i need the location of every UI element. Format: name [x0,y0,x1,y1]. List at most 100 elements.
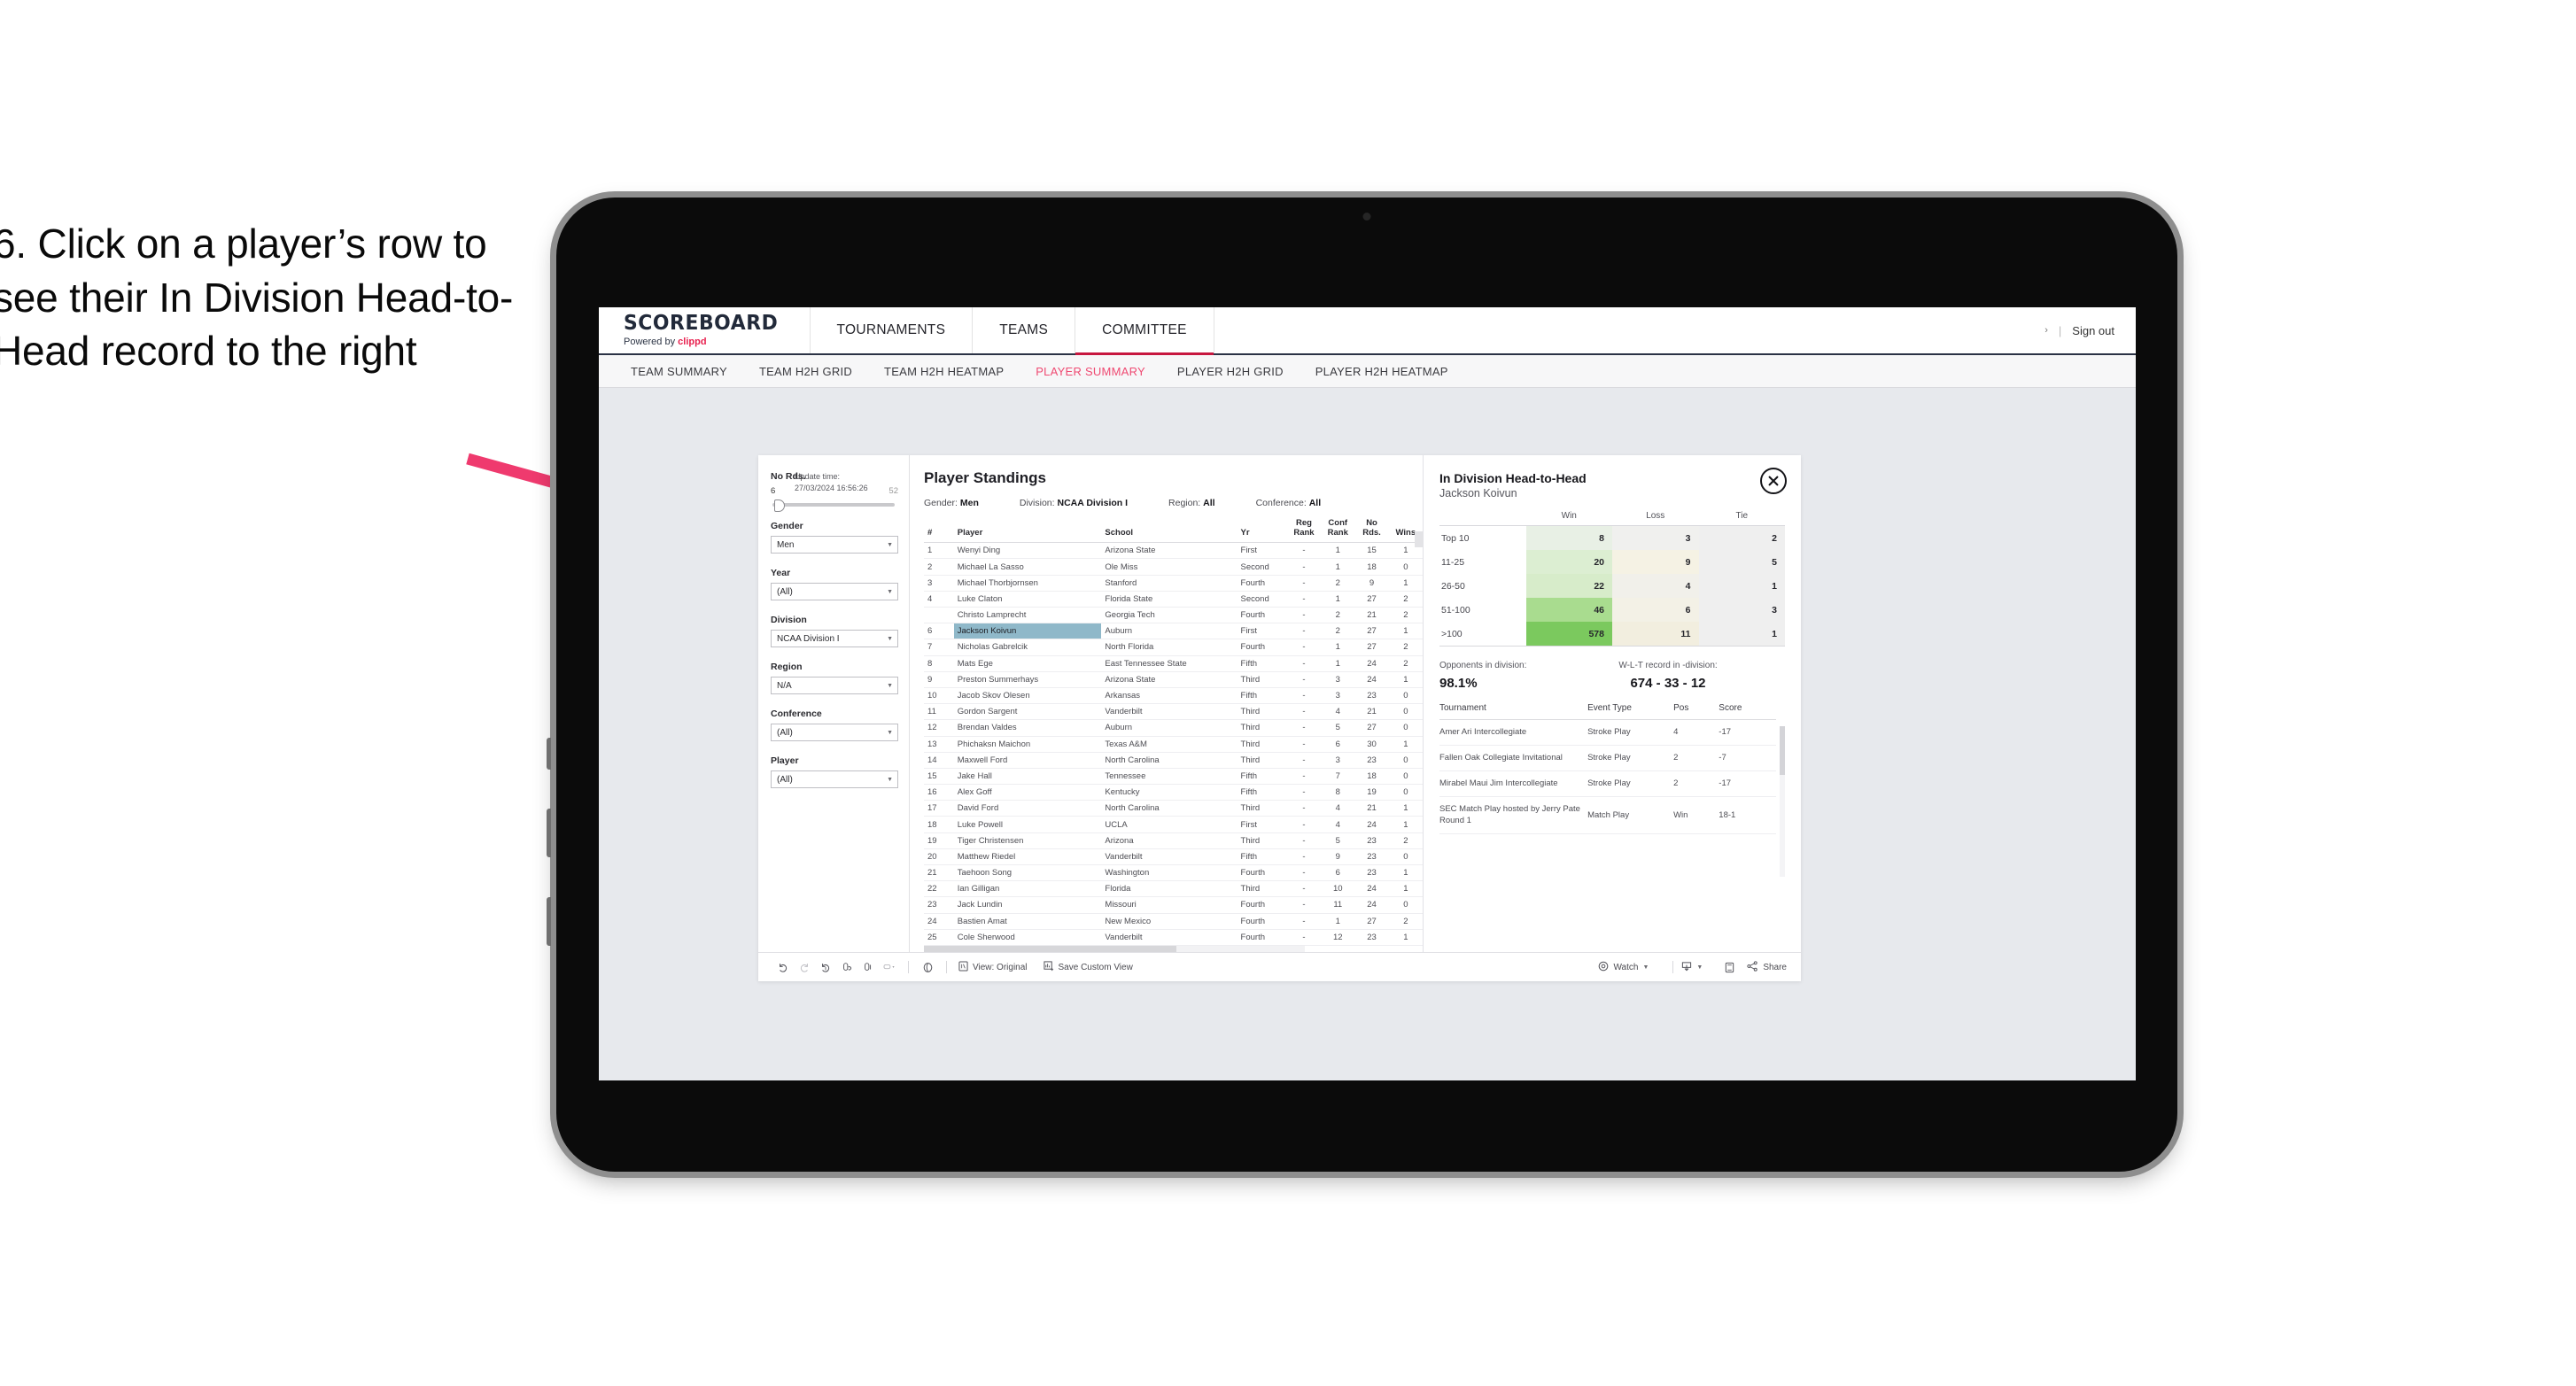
col-yr[interactable]: Yr [1237,519,1287,544]
table-row[interactable]: 20 Matthew Riedel Vanderbilt Fifth -9 23 0 [924,848,1423,866]
pause-updates-icon[interactable] [857,962,879,972]
year-select[interactable]: (All) ▼ [771,583,898,600]
view-original-icon [958,960,968,974]
nav-tab-committee[interactable]: COMMITTEE [1075,307,1214,355]
table-row[interactable]: 2 Michael La Sasso Ole Miss Second -1 18 0 [924,558,1423,576]
subtab-player-h2h-heatmap[interactable]: PLAYER H2H HEATMAP [1300,365,1464,378]
score-cell: -17 [1719,770,1776,798]
col-reg-rank[interactable]: Reg Rank [1286,518,1322,544]
tablet-device-frame: SCOREBOARD Powered by clippd TOURNAMENTS… [547,197,2177,1172]
wins-cell: 0 [1388,752,1423,769]
table-row[interactable]: 25 Cole Sherwood Vanderbilt Fourth -12 23 1 [924,929,1423,946]
table-row[interactable]: 6 Jackson Koivun Auburn First -2 27 1 [924,623,1423,640]
table-row[interactable]: 7 Nicholas Gabrelcik North Florida Fourth -1… [924,639,1423,656]
table-row[interactable]: 19 Tiger Christensen Arizona Third -5 23 2 [924,832,1423,849]
table-row[interactable]: 8 Mats Ege East Tennessee State Fifth -1 24 2 [924,655,1423,672]
redo-icon[interactable] [794,962,815,972]
table-row[interactable]: 18 Luke Powell UCLA First -4 24 1 [924,816,1423,833]
table-row[interactable]: 22 Ian Gilligan Florida Third -10 24 1 [924,880,1423,898]
conf-rank-cell: 6 [1321,736,1355,753]
fullscreen-icon[interactable] [1719,962,1740,973]
table-row[interactable]: 3 Michael Thorbjornsen Stanford Fourth -2 9 1 [924,575,1423,592]
table-row[interactable]: 23 Jack Lundin Missouri Fourth -11 24 0 [924,896,1423,914]
save-custom-view-button[interactable]: Save Custom View [1043,960,1133,974]
alerts-icon[interactable] [917,962,938,973]
slider-handle[interactable] [774,499,785,512]
nav-tab-tournaments[interactable]: TOURNAMENTS [811,307,974,353]
tournament-row[interactable]: Amer Ari Intercollegiate Stroke Play 4 -17 [1439,719,1776,747]
year-cell: Third [1237,736,1287,753]
subtab-player-summary[interactable]: PLAYER SUMMARY [1020,365,1161,378]
table-row[interactable]: 15 Jake Hall Tennessee Fifth -7 18 0 [924,768,1423,786]
player-name-cell: Luke Powell [953,816,1102,833]
col-school[interactable]: School [1101,519,1238,544]
close-icon[interactable] [1760,468,1787,494]
table-row[interactable]: 11 Gordon Sargent Vanderbilt Third -4 21 0 [924,703,1423,721]
tournament-row[interactable]: Mirabel Maui Jim Intercollegiate Stroke P… [1439,770,1776,798]
no-rds-cell: 21 [1354,607,1389,624]
subtab-team-h2h-heatmap[interactable]: TEAM H2H HEATMAP [868,365,1020,378]
app-logo[interactable]: SCOREBOARD Powered by clippd [599,307,811,353]
heatmap-cell-tie: 1 [1698,622,1785,647]
no-rds-cell: 27 [1354,719,1389,737]
gender-select[interactable]: Men ▼ [771,536,898,554]
table-row[interactable]: 13 Phichaksn Maichon Texas A&M Third -6 30 1 [924,736,1423,753]
tournament-row[interactable]: SEC Match Play hosted by Jerry Pate Roun… [1439,796,1776,834]
subtab-player-h2h-grid[interactable]: PLAYER H2H GRID [1161,365,1300,378]
undo-icon[interactable] [772,962,794,972]
score-cell: -7 [1719,745,1776,772]
tournaments-scrollbar-thumb[interactable] [1780,726,1785,775]
table-row[interactable]: 12 Brendan Valdes Auburn Third -5 27 0 [924,719,1423,737]
subtab-team-summary[interactable]: TEAM SUMMARY [615,365,743,378]
table-row[interactable]: 21 Taehoon Song Washington Fourth -6 23 1 [924,864,1423,882]
conference-select[interactable]: (All) ▼ [771,724,898,741]
horizontal-scrollbar-thumb[interactable] [924,946,1176,952]
power-button[interactable] [547,738,551,770]
volume-up-button[interactable] [547,809,551,857]
table-row[interactable]: 1 Wenyi Ding Arizona State First -1 15 1 [924,542,1423,560]
rank-cell: 2 [924,558,954,576]
tournaments-scrollbar[interactable] [1780,726,1785,877]
conf-rank-cell: 3 [1321,671,1355,688]
volume-down-button[interactable] [547,897,551,946]
rank-cell: 11 [924,703,954,721]
chevron-down-icon: ▼ [887,729,893,736]
table-row[interactable]: Christo Lamprecht Georgia Tech Fourth -2 21 2 [924,607,1423,624]
division-select[interactable]: NCAA Division I ▼ [771,630,898,647]
table-row[interactable]: 10 Jacob Skov Olesen Arkansas Fifth -3 23 0 [924,687,1423,705]
table-row[interactable]: 24 Bastien Amat New Mexico Fourth -1 27 2 [924,913,1423,930]
table-row[interactable]: 16 Alex Goff Kentucky Fifth -8 19 0 [924,784,1423,801]
table-row[interactable]: 14 Maxwell Ford North Carolina Third -3 23 0 [924,752,1423,769]
chevron-right-icon[interactable]: › [2045,325,2048,336]
table-row[interactable]: 4 Luke Claton Florida State Second -1 27 2 [924,591,1423,608]
sign-out-link[interactable]: Sign out [2072,324,2114,337]
col-no-rds[interactable]: No Rds. [1354,518,1389,544]
share-button[interactable]: Share [1747,960,1787,974]
highlight-icon[interactable] [879,962,900,972]
view-original-button[interactable]: View: Original [958,960,1028,974]
col-rank[interactable]: # [924,519,954,544]
nav-tab-teams[interactable]: TEAMS [973,307,1076,353]
vertical-scrollbar-thumb[interactable] [1415,531,1423,547]
sub-navigation-bar: TEAM SUMMARY TEAM H2H GRID TEAM H2H HEAT… [599,355,2136,388]
select-value: NCAA Division I [777,633,840,644]
player-select[interactable]: (All) ▼ [771,770,898,788]
col-player[interactable]: Player [953,519,1102,544]
revert-icon[interactable] [815,962,836,972]
col-conf-rank[interactable]: Conf Rank [1321,518,1355,544]
player-name-cell: Phichaksn Maichon [953,736,1102,753]
watch-button[interactable]: Watch ▼ [1598,961,1649,974]
player-name-cell: Michael La Sasso [953,558,1102,576]
conf-rank-cell: 1 [1321,591,1355,608]
subtab-team-h2h-grid[interactable]: TEAM H2H GRID [743,365,868,378]
horizontal-scrollbar[interactable] [924,946,1305,952]
no-rds-slider[interactable] [772,499,895,512]
refresh-data-icon[interactable] [836,962,857,972]
table-row[interactable]: 17 David Ford North Carolina Third -4 21 1 [924,800,1423,817]
table-row[interactable]: 9 Preston Summerhays Arizona State Third -3 2… [924,671,1423,688]
wins-cell: 0 [1388,896,1423,914]
tournament-row[interactable]: Fallen Oak Collegiate Invitational Stroke… [1439,745,1776,772]
download-button[interactable]: ▼ [1681,961,1703,974]
heatmap-body: Top 10 8 3 2 11-25 20 9 5 26-50 22 4 1 51-100 46 6 3 >10… [1439,525,1785,647]
region-select[interactable]: N/A ▼ [771,677,898,694]
